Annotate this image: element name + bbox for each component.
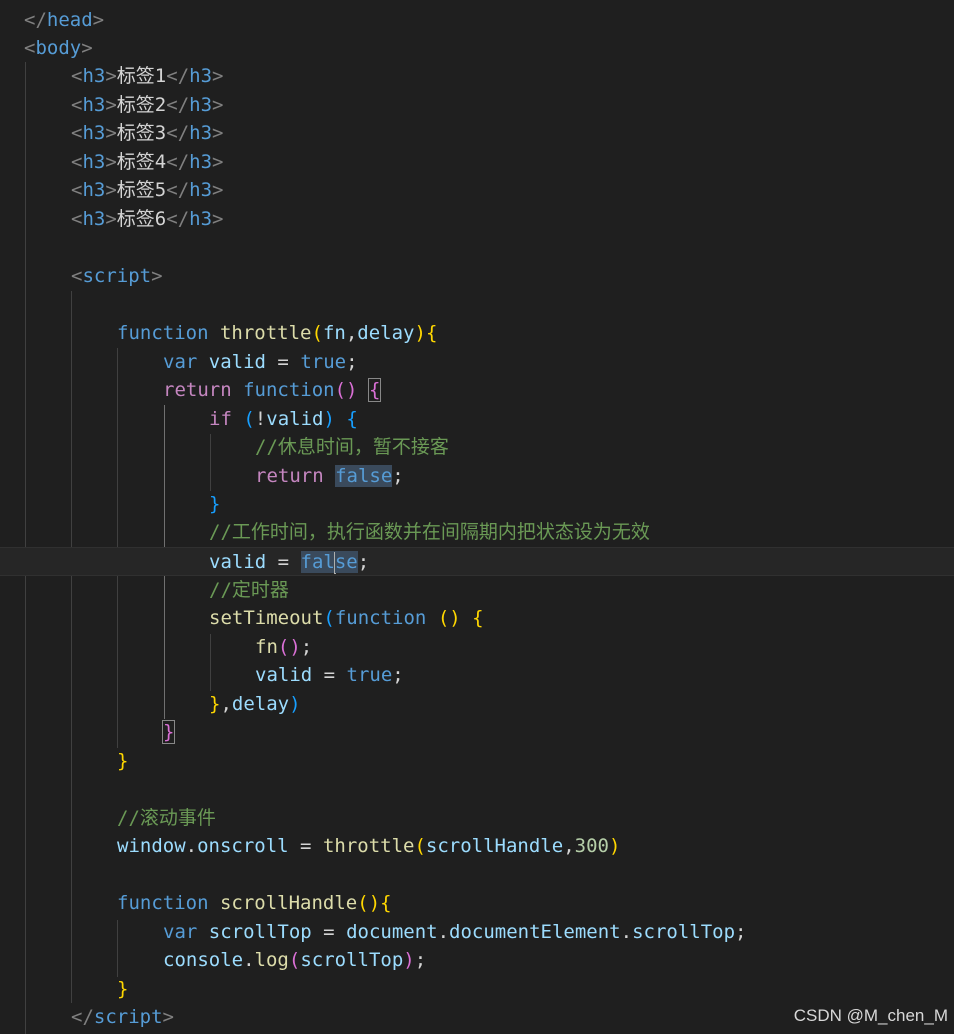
heading-text: 标签2 [116,94,167,116]
code-line: } [161,720,176,744]
comment: //工作时间，执行函数并在间隔期内把状态设为无效 [209,521,650,543]
h3-tag: h3 [189,122,213,144]
code-line: //滚动事件 [0,804,954,833]
variable: scrollTop [208,921,312,943]
code-line: <h3>标签4</h3> [71,151,224,173]
heading-text: 标签5 [116,179,167,201]
code-line: setTimeout(function () { [209,607,484,629]
code-line: fn(); [255,636,313,658]
property: onscroll [197,835,289,857]
code-line: if (!valid) { [209,408,358,430]
body-tag: body [35,37,82,59]
h3-tag: h3 [189,65,213,87]
keyword: function [334,607,427,629]
code-line: var valid = true; [163,351,358,373]
keyword: return [255,465,324,487]
code-line: } [117,750,129,772]
heading-text: 标签6 [116,208,167,230]
h3-tag: h3 [82,94,106,116]
object: window [117,835,186,857]
variable: scrollTop [300,949,404,971]
property: scrollTop [632,921,736,943]
object: document [346,921,438,943]
code-line: <h3>标签2</h3> [71,94,224,116]
code-line: window.onscroll = throttle(scrollHandle,… [117,835,621,857]
head-tag: head [46,9,93,31]
comment: //滚动事件 [117,807,216,829]
h3-tag: h3 [82,179,106,201]
property: documentElement [449,921,621,943]
function-name: log [254,949,289,971]
heading-text: 标签1 [116,65,167,87]
code-line: //定时器 [0,576,954,605]
comment: //定时器 [209,579,289,601]
parameter: delay [231,693,290,715]
code-line: <h3>标签1</h3> [71,65,224,87]
code-line: function scrollHandle(){ [117,892,392,914]
boolean-highlighted: false [335,465,393,487]
variable: valid [209,551,267,573]
h3-tag: h3 [82,151,106,173]
script-tag: script [93,1006,163,1028]
keyword: var [163,921,198,943]
h3-tag: h3 [189,94,213,116]
variable: valid [208,351,266,373]
code-line: <h3>标签6</h3> [71,208,224,230]
watermark: CSDN @M_chen_M [793,1006,948,1025]
h3-tag: h3 [189,208,213,230]
keyword: function [243,379,335,401]
variable: valid [255,664,313,686]
code-line: console.log(scrollTop); [163,949,427,971]
h3-tag: h3 [189,151,213,173]
code-line: <h3>标签3</h3> [71,122,224,144]
comment: //休息时间，暂不接客 [255,436,449,458]
number: 300 [574,835,609,857]
boolean: true [346,664,393,686]
code-line: <body> [24,37,93,59]
function-name: throttle [219,322,312,344]
code-line: return false; [255,465,404,487]
code-line: <script> [71,265,163,287]
code-line: </head> [24,9,105,31]
function-name: scrollHandle [219,892,358,914]
keyword: function [117,322,209,344]
code-line: //休息时间，暂不接客 [0,433,954,462]
object: console [163,949,244,971]
script-tag: script [82,265,152,287]
current-line[interactable]: valid = false; [0,547,954,576]
boolean-highlighted: se [334,551,358,573]
keyword: return [163,379,232,401]
code-editor[interactable]: </head> <body> <h3>标签1</h3> <h3>标签2</h3>… [0,0,954,1034]
keyword: function [117,892,209,914]
code-line: return function() { [163,378,382,402]
code-line: function throttle(fn,delay){ [117,322,438,344]
identifier: scrollHandle [425,835,564,857]
boolean: true [300,351,347,373]
variable: valid [266,408,324,430]
code-line: var scrollTop = document.documentElement… [163,921,747,943]
parameter: fn [322,322,346,344]
parameter: delay [357,322,415,344]
code-line: valid = true; [255,664,404,686]
boolean-highlighted: fal [300,551,335,573]
keyword: var [163,351,198,373]
h3-tag: h3 [189,179,213,201]
code-line: } [209,493,221,515]
h3-tag: h3 [82,122,106,144]
heading-text: 标签3 [116,122,167,144]
code-line: },delay) [209,693,301,715]
code-line: //工作时间，执行函数并在间隔期内把状态设为无效 [0,518,954,547]
h3-tag: h3 [82,65,106,87]
keyword: if [209,408,232,430]
heading-text: 标签4 [116,151,167,173]
function-name: throttle [322,835,415,857]
function-call: fn [255,636,278,658]
h3-tag: h3 [82,208,106,230]
code-line: <h3>标签5</h3> [71,179,224,201]
function-name: setTimeout [209,607,324,629]
code-line: } [117,978,129,1000]
